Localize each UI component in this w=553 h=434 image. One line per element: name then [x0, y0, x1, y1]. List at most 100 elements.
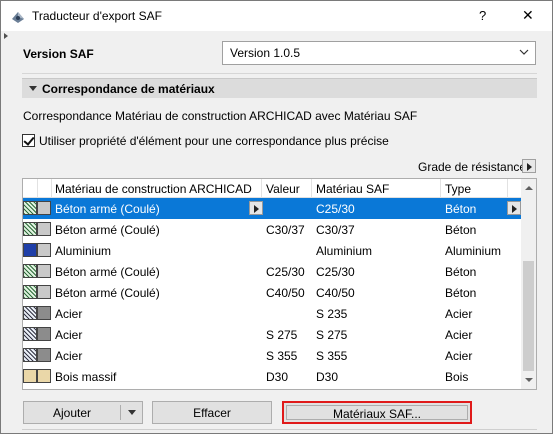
table-row[interactable]: Acier S 355 S 355 Acier [23, 345, 521, 366]
cell-saf-material: D30 [316, 370, 339, 384]
cell-saf-material: C40/50 [316, 286, 355, 300]
material-swatch-icon [23, 348, 37, 362]
column-header-type[interactable]: Type [445, 182, 471, 196]
cell-saf-material: S 275 [316, 328, 348, 342]
material-swatch-icon [23, 306, 37, 320]
cell-saf-material: C25/30 [316, 202, 355, 216]
cell-saf-material: S 355 [316, 349, 348, 363]
material-color-icon [37, 306, 51, 320]
material-swatch-icon [23, 264, 37, 278]
cell-type: Béton [445, 265, 477, 279]
add-button-label: Ajouter [52, 406, 92, 420]
material-mapping-table: Matériau de construction ARCHICAD Valeur… [22, 178, 537, 390]
cell-value: S 275 [266, 328, 298, 342]
vertical-scrollbar[interactable] [521, 179, 536, 389]
material-color-icon [37, 201, 51, 215]
material-color-icon [37, 264, 51, 278]
clear-button[interactable]: Effacer [152, 401, 272, 424]
title-bar: Traducteur d'export SAF ? ✕ [1, 1, 552, 31]
element-property-checkbox[interactable] [22, 134, 35, 147]
value-picker-button[interactable] [249, 201, 263, 215]
separator [22, 429, 537, 430]
material-color-icon [37, 369, 51, 383]
cell-archicad-material: Béton armé (Coulé) [55, 286, 160, 300]
table-row[interactable]: Béton armé (Coulé) C25/30 Béton [23, 198, 521, 219]
saf-materials-button-label: Matériaux SAF... [286, 405, 468, 421]
cell-saf-material: C25/30 [316, 265, 355, 279]
cell-archicad-material: Béton armé (Coulé) [55, 202, 160, 216]
cell-archicad-material: Acier [55, 349, 83, 363]
cell-type: Acier [445, 307, 473, 321]
material-color-icon [37, 348, 51, 362]
element-property-checkbox-label[interactable]: Utiliser propriété d'élément pour une co… [39, 134, 389, 148]
material-swatch-icon [23, 285, 37, 299]
material-mapping-section-toggle[interactable]: Correspondance de matériaux [22, 78, 537, 98]
table-row[interactable]: Béton armé (Coulé) C30/37 C30/37 Béton [23, 219, 521, 240]
table-row[interactable]: Acier S 275 S 275 Acier [23, 324, 521, 345]
table-header: Matériau de construction ARCHICAD Valeur… [23, 179, 521, 198]
table-row[interactable]: Bois massif D30 D30 Bois [23, 366, 521, 387]
saf-materials-button[interactable]: Matériaux SAF... [282, 401, 472, 424]
material-swatch-icon [23, 201, 37, 215]
section-title: Correspondance de matériaux [42, 82, 215, 96]
cell-type: Acier [445, 349, 473, 363]
cell-type: Béton [445, 223, 477, 237]
table-row[interactable]: Aluminium Aluminium Aluminium [23, 240, 521, 261]
app-icon [12, 12, 24, 23]
cell-value: C25/30 [266, 265, 305, 279]
cell-type: Aluminium [445, 244, 502, 258]
column-header-value[interactable]: Valeur [266, 182, 300, 196]
scroll-down-icon[interactable] [521, 372, 536, 389]
type-picker-button[interactable] [507, 201, 521, 215]
column-header-archicad-material[interactable]: Matériau de construction ARCHICAD [55, 182, 252, 196]
help-button[interactable]: ? [479, 8, 486, 23]
column-header-saf-material[interactable]: Matériau SAF [316, 182, 389, 196]
close-button[interactable]: ✕ [522, 7, 534, 24]
material-color-icon [37, 243, 51, 257]
cell-archicad-material: Acier [55, 307, 83, 321]
material-swatch-icon [23, 222, 37, 236]
table-row[interactable]: Béton armé (Coulé) C25/30 C25/30 Béton [23, 261, 521, 282]
table-row[interactable]: Acier S 235 Acier [23, 303, 521, 324]
scroll-thumb[interactable] [523, 261, 534, 371]
cell-type: Acier [445, 328, 473, 342]
table-body: Béton armé (Coulé) C25/30 Béton Béton armé … [23, 198, 521, 387]
cell-value: C30/37 [266, 223, 305, 237]
cell-saf-material: S 235 [316, 307, 348, 321]
cell-archicad-material: Béton armé (Coulé) [55, 223, 160, 237]
separator [22, 73, 537, 74]
version-label: Version SAF [23, 47, 94, 61]
collapse-triangle-icon [29, 86, 37, 91]
material-swatch-icon [23, 327, 37, 341]
version-selected-value: Version 1.0.5 [230, 46, 301, 60]
material-color-icon [37, 285, 51, 299]
cell-archicad-material: Acier [55, 328, 83, 342]
cell-saf-material: Aluminium [316, 244, 373, 258]
table-row[interactable]: Béton armé (Coulé) C40/50 C40/50 Béton [23, 282, 521, 303]
cell-value: C40/50 [266, 286, 305, 300]
scroll-up-icon[interactable] [521, 179, 536, 196]
cell-value: S 355 [266, 349, 298, 363]
cell-type: Béton [445, 286, 477, 300]
cell-saf-material: C30/37 [316, 223, 355, 237]
saf-export-translator-dialog: Traducteur d'export SAF ? ✕ Version SAF … [0, 0, 553, 434]
cell-type: Béton [445, 202, 477, 216]
cell-value: D30 [266, 370, 289, 384]
grade-label: Grade de résistance [418, 160, 527, 174]
cell-type: Bois [445, 370, 469, 384]
add-dropdown-icon[interactable] [128, 410, 136, 415]
section-description: Correspondance Matériau de construction … [23, 109, 418, 123]
window-title: Traducteur d'export SAF [32, 9, 162, 23]
cell-archicad-material: Béton armé (Coulé) [55, 265, 160, 279]
material-color-icon [37, 222, 51, 236]
add-button[interactable]: Ajouter [23, 401, 143, 424]
version-select[interactable]: Version 1.0.5 [222, 41, 536, 65]
dialog-grip-icon [4, 33, 8, 39]
material-swatch-icon [23, 369, 37, 383]
material-color-icon [37, 327, 51, 341]
material-swatch-icon [23, 243, 37, 257]
grade-arrow-button[interactable] [522, 159, 536, 173]
chevron-down-icon [519, 49, 529, 55]
cell-archicad-material: Bois massif [55, 370, 117, 384]
cell-archicad-material: Aluminium [55, 244, 112, 258]
